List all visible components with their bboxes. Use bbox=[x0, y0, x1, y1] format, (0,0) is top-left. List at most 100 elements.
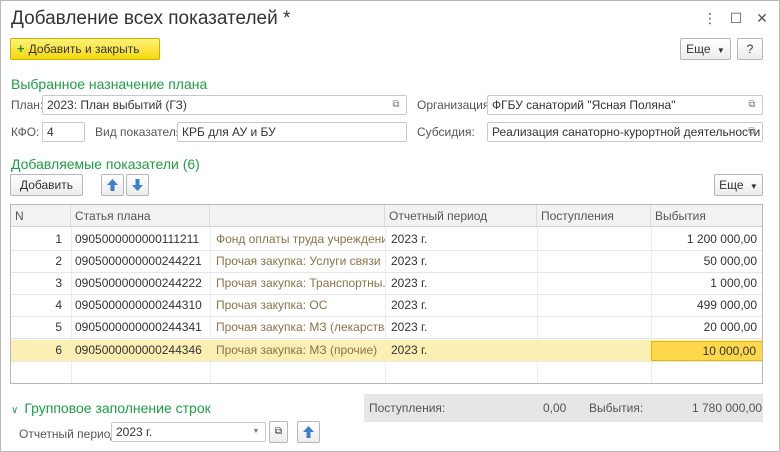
row-period: 2023 г. bbox=[391, 298, 428, 312]
row-outflow: 50 000,00 bbox=[703, 254, 757, 268]
group-period-label: Отчетный период: bbox=[19, 427, 121, 441]
row-number: 4 bbox=[55, 298, 62, 312]
row-income bbox=[537, 295, 651, 317]
plan-value: 2023: План выбытий (ГЗ) bbox=[47, 98, 187, 112]
group-period-field[interactable]: 2023 г. ▼ bbox=[111, 422, 266, 442]
plan-label: План: bbox=[11, 98, 44, 112]
arrow-up-icon bbox=[107, 179, 118, 191]
org-field[interactable]: ФГБУ санаторий "Ясная Поляна" ⧉ bbox=[487, 95, 763, 115]
row-code: 0905000000000111211 bbox=[75, 232, 200, 246]
toolbar-more-button[interactable]: Еще ▼ bbox=[680, 38, 731, 60]
arrow-down-icon bbox=[132, 179, 143, 191]
dialog-window: Добавление всех показателей * ⋮ ☐ ✕ + Доб… bbox=[0, 0, 780, 452]
apply-up-button[interactable] bbox=[297, 421, 320, 443]
toolbar-more-label: Еще bbox=[686, 42, 711, 56]
add-and-close-button[interactable]: + Добавить и закрыть bbox=[10, 38, 160, 60]
column-header-period[interactable]: Отчетный период bbox=[385, 205, 537, 227]
window-title: Добавление всех показателей * bbox=[11, 8, 291, 29]
row-period: 2023 г. bbox=[391, 320, 428, 334]
group-period-value: 2023 г. bbox=[116, 425, 153, 439]
plan-section-title: Выбранное назначение плана bbox=[11, 76, 208, 92]
row-name: Прочая закупка: ОС bbox=[216, 298, 328, 312]
row-number: 1 bbox=[55, 232, 62, 246]
table-row[interactable]: 1 0905000000000111211 Фонд оплаты труда … bbox=[11, 229, 762, 251]
dropdown-icon[interactable]: ▼ bbox=[250, 426, 262, 438]
open-button[interactable]: ⧉ bbox=[269, 421, 288, 443]
row-income bbox=[537, 317, 651, 339]
column-header-outflow[interactable]: Выбытия bbox=[651, 205, 762, 227]
column-header-name[interactable] bbox=[210, 205, 385, 227]
column-header-income[interactable]: Поступления bbox=[537, 205, 651, 227]
row-outflow: 20 000,00 bbox=[703, 320, 757, 334]
subsidy-label: Субсидия: bbox=[417, 125, 475, 139]
indicators-section-title: Добавляемые показатели (6) bbox=[11, 156, 200, 172]
group-fill-title: Групповое заполнение строк bbox=[24, 400, 211, 416]
row-outflow: 499 000,00 bbox=[696, 298, 757, 312]
row-code: 0905000000000244310 bbox=[75, 298, 202, 312]
table-row-selected[interactable]: 6 0905000000000244346 Прочая закупка: МЗ… bbox=[11, 340, 762, 362]
column-header-n[interactable]: N bbox=[11, 205, 71, 227]
row-number: 6 bbox=[55, 343, 62, 357]
row-period: 2023 г. bbox=[391, 343, 428, 357]
row-period: 2023 г. bbox=[391, 232, 428, 246]
window-menu-icon[interactable]: ⋮ bbox=[702, 10, 718, 26]
kfo-field[interactable]: 4 bbox=[42, 122, 85, 142]
open-icon[interactable]: ⧉ bbox=[746, 126, 758, 138]
row-period: 2023 г. bbox=[391, 276, 428, 290]
kfo-label: КФО: bbox=[11, 125, 40, 139]
chevron-down-icon: ∨ bbox=[11, 405, 19, 416]
row-number: 2 bbox=[55, 254, 62, 268]
totals-outflow-label: Выбытия: bbox=[589, 401, 644, 415]
group-fill-toggle[interactable]: ∨ Групповое заполнение строк bbox=[11, 400, 211, 416]
add-and-close-label: Добавить и закрыть bbox=[28, 42, 140, 56]
subsidy-field[interactable]: Реализация санаторно-курортной деятельно… bbox=[487, 122, 763, 142]
open-icon[interactable]: ⧉ bbox=[390, 99, 402, 111]
org-value: ФГБУ санаторий "Ясная Поляна" bbox=[492, 98, 676, 112]
totals-income-value: 0,00 bbox=[543, 401, 567, 415]
move-up-button[interactable] bbox=[101, 174, 124, 196]
row-name: Прочая закупка: МЗ (лекарства) bbox=[216, 320, 385, 334]
row-number: 3 bbox=[55, 276, 62, 290]
table-header: N Статья плана Отчетный период Поступлен… bbox=[11, 205, 762, 227]
row-income bbox=[537, 251, 651, 273]
indicators-more-label: Еще bbox=[719, 178, 744, 192]
totals-outflow-value: 1 780 000,00 bbox=[692, 401, 763, 415]
row-code: 0905000000000244346 bbox=[75, 343, 202, 357]
totals-bar: Поступления: 0,00 Выбытия: 1 780 000,00 bbox=[364, 394, 763, 422]
row-name: Фонд оплаты труда учреждений bbox=[216, 232, 385, 246]
row-income bbox=[537, 229, 651, 251]
table-row[interactable]: 4 0905000000000244310 Прочая закупка: ОС… bbox=[11, 295, 762, 317]
plan-field[interactable]: 2023: План выбытий (ГЗ) ⧉ bbox=[42, 95, 407, 115]
row-income bbox=[537, 273, 651, 295]
row-outflow: 1 200 000,00 bbox=[686, 232, 757, 246]
open-icon[interactable]: ⧉ bbox=[746, 99, 758, 111]
table-row[interactable]: 5 0905000000000244341 Прочая закупка: МЗ… bbox=[11, 317, 762, 339]
maximize-icon[interactable]: ☐ bbox=[728, 10, 744, 26]
chevron-down-icon: ▼ bbox=[716, 46, 725, 55]
row-name: Прочая закупка: МЗ (прочие) bbox=[216, 343, 378, 357]
close-icon[interactable]: ✕ bbox=[754, 10, 770, 26]
row-number: 5 bbox=[55, 320, 62, 334]
indicator-type-label: Вид показателя: bbox=[95, 125, 186, 139]
table-row[interactable]: 3 0905000000000244222 Прочая закупка: Тр… bbox=[11, 273, 762, 295]
row-name: Прочая закупка: Транспортны... bbox=[216, 276, 385, 290]
chevron-down-icon: ▼ bbox=[749, 182, 758, 191]
row-name: Прочая закупка: Услуги связи bbox=[216, 254, 381, 268]
indicators-more-button[interactable]: Еще ▼ bbox=[714, 174, 763, 196]
row-outflow: 1 000,00 bbox=[710, 276, 757, 290]
add-plus-icon: + bbox=[17, 41, 25, 56]
arrow-up-icon bbox=[303, 426, 314, 438]
help-button[interactable]: ? bbox=[737, 38, 763, 60]
row-code: 0905000000000244221 bbox=[75, 254, 202, 268]
indicator-type-field[interactable]: КРБ для АУ и БУ bbox=[177, 122, 407, 142]
indicators-table[interactable]: N Статья плана Отчетный период Поступлен… bbox=[10, 204, 763, 384]
row-code: 0905000000000244341 bbox=[75, 320, 202, 334]
row-income bbox=[537, 340, 651, 362]
totals-income-label: Поступления: bbox=[369, 401, 446, 415]
add-button[interactable]: Добавить bbox=[10, 174, 83, 196]
row-outflow-active-cell[interactable]: 10 000,00 bbox=[651, 341, 762, 361]
subsidy-value: Реализация санаторно-курортной деятельно… bbox=[492, 125, 761, 139]
move-down-button[interactable] bbox=[126, 174, 149, 196]
table-row[interactable]: 2 0905000000000244221 Прочая закупка: Ус… bbox=[11, 251, 762, 273]
column-header-article[interactable]: Статья плана bbox=[71, 205, 210, 227]
